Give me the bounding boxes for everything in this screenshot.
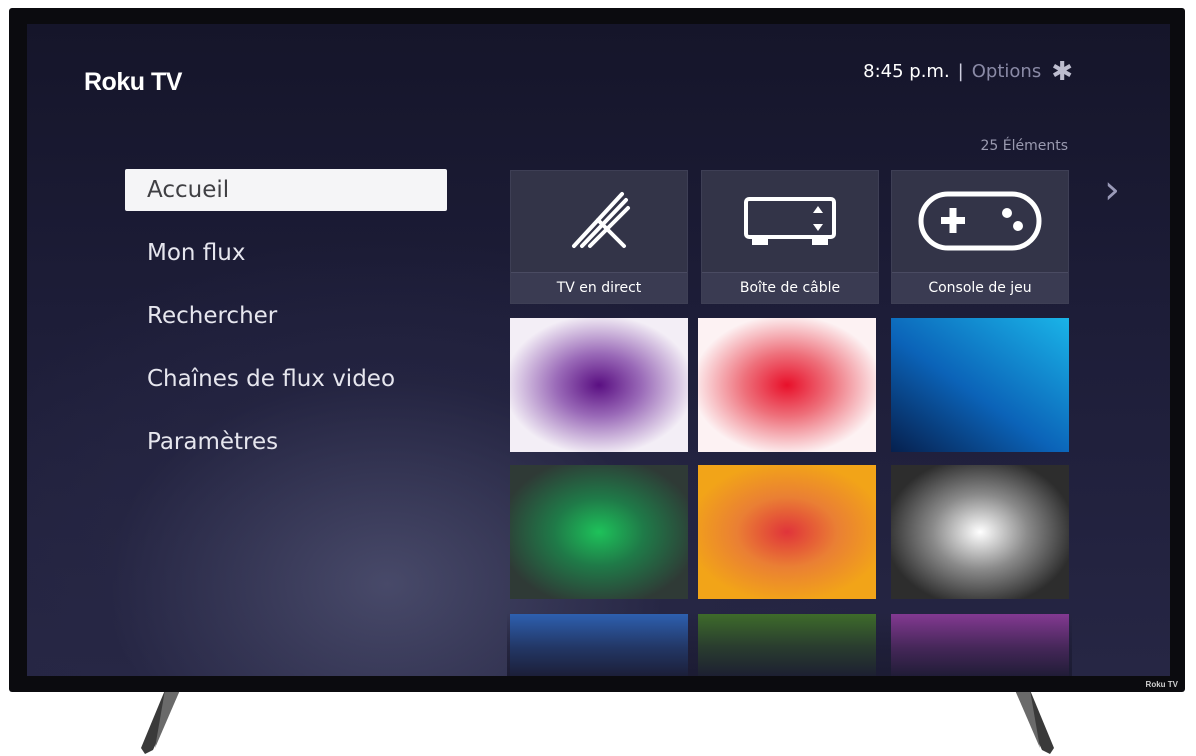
menu-item-chaines[interactable]: Chaînes de flux video <box>125 358 447 400</box>
header-separator: | <box>957 61 964 82</box>
channel-tile[interactable] <box>698 318 876 452</box>
tile-console-de-jeu[interactable]: Console de jeu <box>891 170 1069 304</box>
channel-tile[interactable] <box>891 318 1069 452</box>
menu-item-mon-flux[interactable]: Mon flux <box>125 232 447 274</box>
menu-item-accueil[interactable]: Accueil <box>125 169 447 211</box>
tv-screen: Roku TV 8:45 p.m. | Options ✱ 25 Élément… <box>27 24 1170 676</box>
item-count: 25 Éléments <box>980 138 1068 154</box>
menu-item-rechercher[interactable]: Rechercher <box>125 295 447 337</box>
tile-label: Boîte de câble <box>702 272 878 303</box>
tv-stand-right-leg <box>1000 690 1060 756</box>
antenna-icon <box>511 171 687 271</box>
asterisk-icon[interactable]: ✱ <box>1051 59 1073 85</box>
bezel-brand-label: Roku TV <box>1145 680 1178 689</box>
tile-label: Console de jeu <box>892 272 1068 303</box>
options-label[interactable]: Options <box>972 61 1041 82</box>
channel-tile[interactable] <box>698 465 876 599</box>
channel-tile[interactable] <box>510 318 688 452</box>
tile-tv-en-direct[interactable]: TV en direct <box>510 170 688 304</box>
channel-tile[interactable] <box>891 465 1069 599</box>
tile-boite-de-cable[interactable]: Boîte de câble <box>701 170 879 304</box>
header-status: 8:45 p.m. | Options ✱ <box>863 59 1073 85</box>
home-menu: Accueil Mon flux Rechercher Chaînes de f… <box>125 169 447 484</box>
menu-item-parametres[interactable]: Paramètres <box>125 421 447 463</box>
roku-logo: Roku TV <box>84 68 182 96</box>
cable-box-icon <box>702 171 878 271</box>
tile-label: TV en direct <box>511 272 687 303</box>
clock: 8:45 p.m. <box>863 61 950 82</box>
chevron-right-icon[interactable]: › <box>1104 170 1120 210</box>
tv-stand-left-leg <box>135 690 195 756</box>
channel-tile[interactable] <box>510 465 688 599</box>
gamepad-icon <box>892 171 1068 271</box>
bottom-fade <box>507 612 1072 676</box>
